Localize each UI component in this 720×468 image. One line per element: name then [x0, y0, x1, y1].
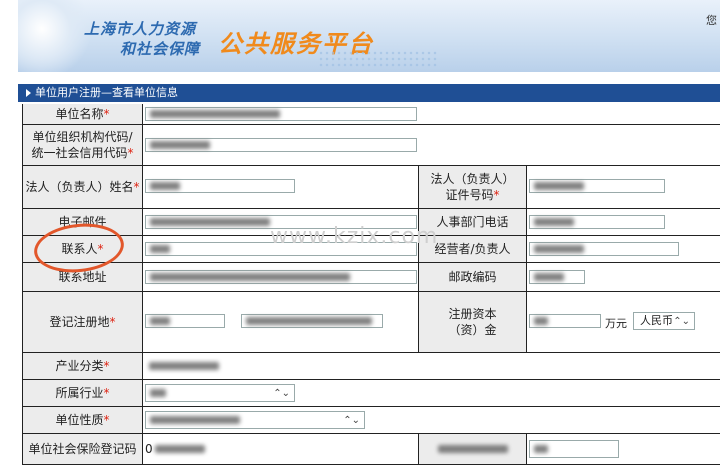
org-code-label-line2: 统一社会信用代码 [31, 146, 128, 160]
row-reg-place: 登记注册地 * 注册资本 （资）金 万元 人民币 ⌃⌄ [22, 292, 720, 353]
chevron-updown-icon: ⌃⌄ [343, 415, 360, 426]
ss-reg-value: 0 [145, 442, 153, 456]
reg-place-label: 登记注册地 [49, 315, 110, 329]
row-sector: 所属行业 * ⌃⌄ [22, 380, 720, 407]
nature-select[interactable]: ⌃⌄ [145, 411, 365, 429]
row-legal-person: 法人（负责人）姓名 * 法人（负责人） 证件号码* [22, 166, 720, 209]
company-name-label: 单位名称 [55, 107, 104, 121]
row-industry-class: 产业分类 * [22, 353, 720, 380]
chevron-updown-icon: ⌃⌄ [273, 388, 290, 399]
ss-extra-select[interactable] [529, 440, 619, 458]
legal-id-label-line1: 法人（负责人） [430, 172, 515, 186]
operator-input[interactable] [529, 242, 679, 256]
row-org-code: 单位组织机构代码/ 统一社会信用代码* [22, 125, 720, 166]
capital-unit: 万元 [605, 317, 627, 330]
address-input[interactable] [145, 270, 417, 284]
company-name-input[interactable] [145, 107, 417, 121]
reg-capital-input[interactable] [529, 314, 601, 328]
industry-class-label: 产业分类 [55, 359, 104, 373]
ss-reg-label: 单位社会保险登记码 [28, 442, 137, 456]
row-company-name: 单位名称 * [22, 104, 720, 125]
legal-id-input[interactable] [529, 179, 665, 193]
legal-id-label-line2: 证件号码 [445, 188, 494, 202]
legal-person-label: 法人（负责人）姓名 [25, 180, 134, 194]
postcode-input[interactable] [529, 270, 585, 284]
row-ss-reg: 单位社会保险登记码 0 [22, 434, 720, 465]
nature-label: 单位性质 [55, 413, 104, 427]
operator-label: 经营者/负责人 [434, 242, 511, 256]
reg-place-detail[interactable] [241, 314, 383, 328]
org-code-label-line1: 单位组织机构代码/ [32, 130, 133, 144]
currency-select[interactable]: 人民币 ⌃⌄ [633, 312, 695, 330]
reg-capital-label-line2: （资）金 [448, 323, 497, 337]
chevron-updown-icon: ⌃⌄ [673, 316, 690, 327]
watermark: www.kzix.com [270, 224, 439, 249]
sector-label: 所属行业 [55, 386, 104, 400]
reg-place-province[interactable] [145, 314, 225, 328]
reg-capital-label-line1: 注册资本 [448, 307, 497, 321]
org-code-input[interactable] [145, 138, 417, 152]
sector-select[interactable]: ⌃⌄ [145, 384, 295, 402]
row-nature: 单位性质 * ⌃⌄ [22, 407, 720, 434]
hr-phone-label: 人事部门电话 [436, 215, 509, 229]
legal-person-input[interactable] [145, 179, 295, 193]
postcode-label: 邮政编码 [448, 270, 497, 284]
row-address: 联系地址 邮政编码 [22, 263, 720, 292]
hr-phone-input[interactable] [529, 215, 665, 229]
